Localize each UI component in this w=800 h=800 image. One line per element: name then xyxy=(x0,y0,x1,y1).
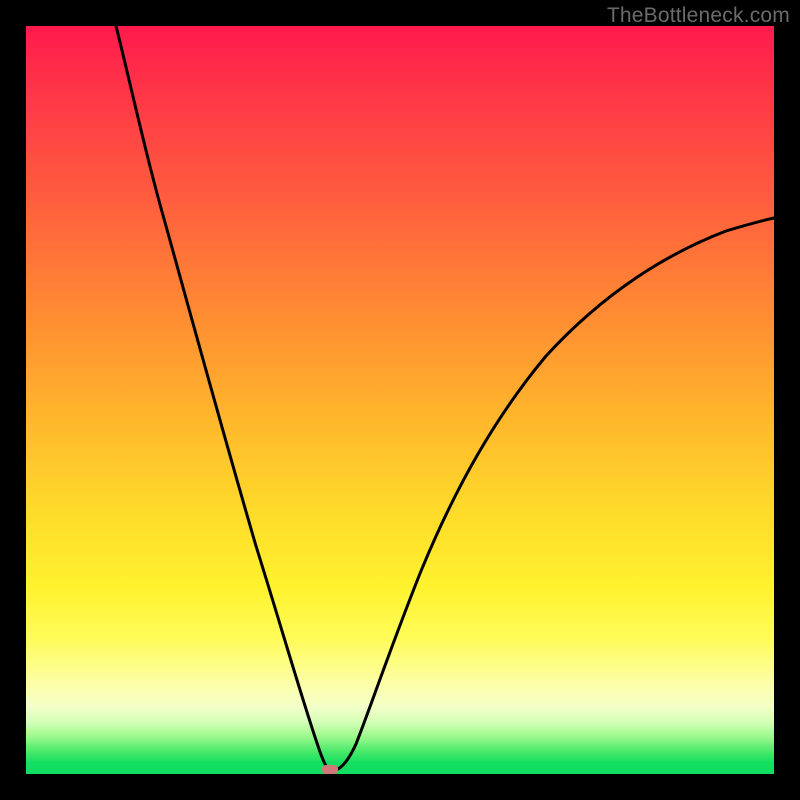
bottleneck-marker xyxy=(322,765,338,774)
bottleneck-curve xyxy=(116,26,774,770)
watermark-text: TheBottleneck.com xyxy=(607,4,790,28)
curve-svg xyxy=(26,26,774,774)
plot-area xyxy=(26,26,774,774)
chart-frame: TheBottleneck.com xyxy=(0,0,800,800)
